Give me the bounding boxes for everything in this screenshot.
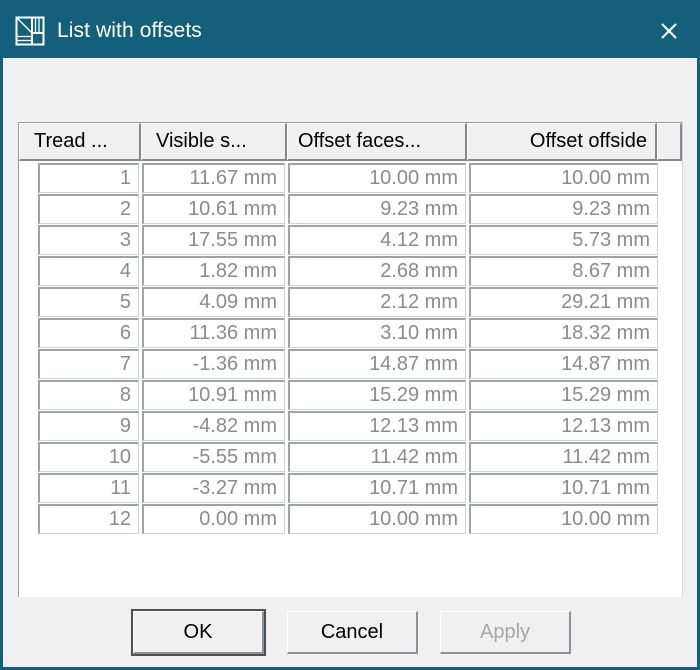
cell-tread[interactable]: 7 bbox=[38, 349, 139, 379]
cell-tread[interactable]: 6 bbox=[38, 318, 139, 348]
row-gutter bbox=[19, 194, 38, 224]
ok-button[interactable]: OK bbox=[131, 609, 266, 656]
table-row[interactable]: 9 -4.82 mm 12.13 mm 12.13 mm bbox=[19, 411, 682, 442]
close-icon bbox=[661, 22, 677, 39]
table-row[interactable]: 11 -3.27 mm 10.71 mm 10.71 mm bbox=[19, 473, 682, 504]
cell-tread[interactable]: 8 bbox=[38, 380, 139, 410]
row-gutter bbox=[19, 349, 38, 379]
row-gutter bbox=[19, 411, 38, 441]
cell-offset-offside[interactable]: 11.42 mm bbox=[469, 442, 658, 472]
table-row[interactable]: 5 4.09 mm 2.12 mm 29.21 mm bbox=[19, 287, 682, 318]
cell-offset-offside[interactable]: 9.23 mm bbox=[469, 194, 658, 224]
cell-tread[interactable]: 10 bbox=[38, 442, 139, 472]
table-row[interactable]: 10 -5.55 mm 11.42 mm 11.42 mm bbox=[19, 442, 682, 473]
table-row[interactable]: 3 17.55 mm 4.12 mm 5.73 mm bbox=[19, 225, 682, 256]
table-row[interactable]: 12 0.00 mm 10.00 mm 10.00 mm bbox=[19, 504, 682, 535]
dialog-body: Tread ... Visible s... Offset faces... O… bbox=[3, 58, 697, 650]
dialog-footer: OK Cancel Apply bbox=[3, 597, 697, 667]
cell-visible[interactable]: 0.00 mm bbox=[142, 504, 285, 534]
cell-offset-offside[interactable]: 15.29 mm bbox=[469, 380, 658, 410]
cell-visible[interactable]: -3.27 mm bbox=[142, 473, 285, 503]
cell-offset-faces[interactable]: 10.00 mm bbox=[288, 163, 466, 193]
titlebar: List with offsets bbox=[3, 3, 697, 58]
cell-visible[interactable]: -5.55 mm bbox=[142, 442, 285, 472]
cell-visible[interactable]: 1.82 mm bbox=[142, 256, 285, 286]
column-header-offset-faces[interactable]: Offset faces... bbox=[287, 123, 467, 161]
row-gutter bbox=[19, 380, 38, 410]
cell-offset-offside[interactable]: 12.13 mm bbox=[469, 411, 658, 441]
row-gutter bbox=[19, 473, 38, 503]
column-header-offset-offside[interactable]: Offset offside bbox=[467, 123, 657, 161]
column-header-spacer[interactable] bbox=[657, 123, 682, 161]
cell-visible[interactable]: 4.09 mm bbox=[142, 287, 285, 317]
cell-offset-offside[interactable]: 5.73 mm bbox=[469, 225, 658, 255]
cell-tread[interactable]: 3 bbox=[38, 225, 139, 255]
table-row[interactable]: 4 1.82 mm 2.68 mm 8.67 mm bbox=[19, 256, 682, 287]
table-row[interactable]: 8 10.91 mm 15.29 mm 15.29 mm bbox=[19, 380, 682, 411]
cancel-button[interactable]: Cancel bbox=[287, 611, 418, 654]
window-title: List with offsets bbox=[57, 18, 202, 42]
cell-tread[interactable]: 9 bbox=[38, 411, 139, 441]
cell-visible[interactable]: 10.91 mm bbox=[142, 380, 285, 410]
cell-visible[interactable]: -4.82 mm bbox=[142, 411, 285, 441]
cell-offset-offside[interactable]: 18.32 mm bbox=[469, 318, 658, 348]
cell-offset-faces[interactable]: 9.23 mm bbox=[288, 194, 466, 224]
close-button[interactable] bbox=[641, 3, 697, 58]
offsets-list-panel: Tread ... Visible s... Offset faces... O… bbox=[18, 122, 683, 650]
stair-tread-icon bbox=[15, 16, 45, 45]
row-gutter bbox=[19, 163, 38, 193]
cell-visible[interactable]: 17.55 mm bbox=[142, 225, 285, 255]
cell-offset-faces[interactable]: 11.42 mm bbox=[288, 442, 466, 472]
cell-offset-faces[interactable]: 3.10 mm bbox=[288, 318, 466, 348]
table-row[interactable]: 1 11.67 mm 10.00 mm 10.00 mm bbox=[19, 163, 682, 194]
cell-offset-faces[interactable]: 14.87 mm bbox=[288, 349, 466, 379]
cell-offset-faces[interactable]: 4.12 mm bbox=[288, 225, 466, 255]
cell-visible[interactable]: 10.61 mm bbox=[142, 194, 285, 224]
row-gutter bbox=[19, 225, 38, 255]
cell-offset-faces[interactable]: 10.71 mm bbox=[288, 473, 466, 503]
cell-offset-faces[interactable]: 12.13 mm bbox=[288, 411, 466, 441]
column-header-visible[interactable]: Visible s... bbox=[141, 123, 287, 161]
row-gutter bbox=[19, 504, 38, 534]
cell-offset-faces[interactable]: 2.12 mm bbox=[288, 287, 466, 317]
cell-offset-offside[interactable]: 10.00 mm bbox=[469, 163, 658, 193]
cell-offset-offside[interactable]: 10.71 mm bbox=[469, 473, 658, 503]
table-row[interactable]: 2 10.61 mm 9.23 mm 9.23 mm bbox=[19, 194, 682, 225]
cell-offset-faces[interactable]: 15.29 mm bbox=[288, 380, 466, 410]
cell-offset-faces[interactable]: 2.68 mm bbox=[288, 256, 466, 286]
table-row[interactable]: 6 11.36 mm 3.10 mm 18.32 mm bbox=[19, 318, 682, 349]
cell-tread[interactable]: 5 bbox=[38, 287, 139, 317]
apply-button[interactable]: Apply bbox=[440, 611, 571, 654]
cell-visible[interactable]: -1.36 mm bbox=[142, 349, 285, 379]
column-header-tread[interactable]: Tread ... bbox=[19, 123, 141, 161]
cell-tread[interactable]: 4 bbox=[38, 256, 139, 286]
cell-visible[interactable]: 11.36 mm bbox=[142, 318, 285, 348]
table-row[interactable]: 7 -1.36 mm 14.87 mm 14.87 mm bbox=[19, 349, 682, 380]
cell-offset-offside[interactable]: 10.00 mm bbox=[469, 504, 658, 534]
table-header-row: Tread ... Visible s... Offset faces... O… bbox=[19, 123, 682, 161]
cell-offset-offside[interactable]: 29.21 mm bbox=[469, 287, 658, 317]
cell-tread[interactable]: 2 bbox=[38, 194, 139, 224]
cell-offset-faces[interactable]: 10.00 mm bbox=[288, 504, 466, 534]
cell-tread[interactable]: 12 bbox=[38, 504, 139, 534]
row-gutter bbox=[19, 287, 38, 317]
cell-tread[interactable]: 11 bbox=[38, 473, 139, 503]
list-with-offsets-dialog: List with offsets Tread ... Visible s...… bbox=[0, 0, 700, 670]
row-gutter bbox=[19, 442, 38, 472]
row-gutter bbox=[19, 318, 38, 348]
cell-visible[interactable]: 11.67 mm bbox=[142, 163, 285, 193]
cell-offset-offside[interactable]: 14.87 mm bbox=[469, 349, 658, 379]
table-body: 1 11.67 mm 10.00 mm 10.00 mm 2 10.61 mm 9.23 m… bbox=[19, 161, 682, 535]
cell-offset-offside[interactable]: 8.67 mm bbox=[469, 256, 658, 286]
row-gutter bbox=[19, 256, 38, 286]
cell-tread[interactable]: 1 bbox=[38, 163, 139, 193]
